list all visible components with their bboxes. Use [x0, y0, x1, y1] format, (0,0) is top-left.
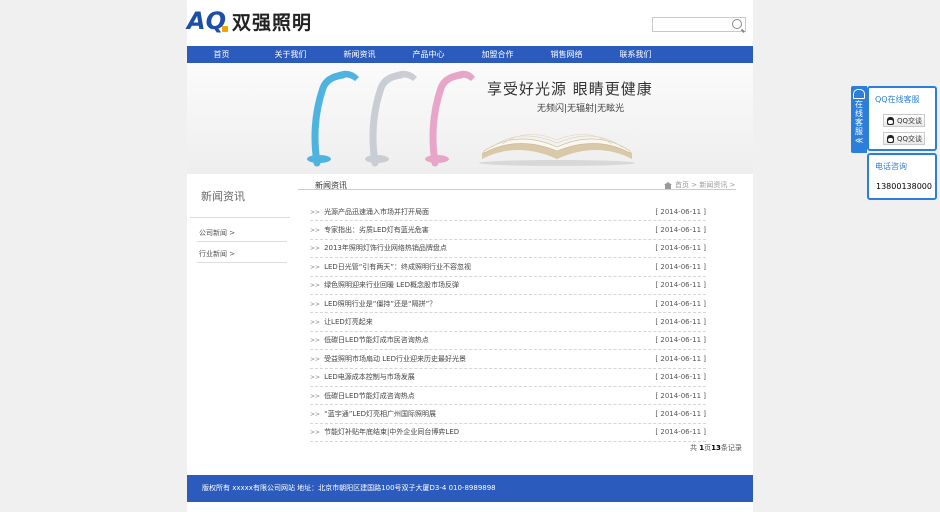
service-toggle-tab[interactable]: 在 线 客 服 ≪ — [851, 86, 867, 153]
logo-letter-a: A — [187, 7, 206, 35]
news-date: [ 2014-06-11 ] — [655, 354, 706, 363]
news-item[interactable]: 光源产品迅速涌入市场并打开局面 [ 2014-06-11 ] — [310, 203, 706, 222]
news-title[interactable]: 让LED灯亮起来 — [310, 317, 373, 327]
news-title[interactable]: LED照明行业是“僵持”还是“隔拼”？ — [310, 299, 436, 309]
qq-chat-label: QQ交谈 — [897, 134, 923, 143]
news-item[interactable]: “蓝宇通”LED灯亮相广州国际照明展 [ 2014-06-11 ] — [310, 405, 706, 424]
news-item[interactable]: 节能灯补贴年底结束|中外企业同台博弈LED [ 2014-06-11 ] — [310, 424, 706, 443]
news-date: [ 2014-06-11 ] — [655, 428, 706, 437]
nav-item-sales[interactable]: 销售网络 — [532, 46, 601, 63]
logo-letter-q: Q — [205, 7, 229, 35]
sidebar-separator — [197, 262, 287, 263]
news-date: [ 2014-06-11 ] — [655, 409, 706, 418]
service-tab-char: 线 — [855, 109, 863, 118]
nav-item-news[interactable]: 新闻资讯 — [325, 46, 394, 63]
sidebar-item-company-news[interactable]: 公司新闻 > — [199, 228, 235, 238]
phone-service-title: 电话咨询 — [875, 162, 907, 171]
news-item[interactable]: 低碳日LED节能灯成咨询热点 [ 2014-06-11 ] — [310, 387, 706, 406]
news-date: [ 2014-06-11 ] — [655, 281, 706, 290]
qq-icon — [887, 134, 894, 143]
sidebar-title: 新闻资讯 — [201, 190, 245, 203]
nav-item-contact[interactable]: 联系我们 — [601, 46, 670, 63]
nav-item-franchise[interactable]: 加盟合作 — [463, 46, 532, 63]
news-item[interactable]: LED照明行业是“僵持”还是“隔拼”？ [ 2014-06-11 ] — [310, 295, 706, 314]
news-item[interactable]: 受益照明市场扇动 LED行业迎来历史最好光景 [ 2014-06-11 ] — [310, 350, 706, 369]
news-date: [ 2014-06-11 ] — [655, 336, 706, 345]
qq-service-title: QQ在线客服 — [875, 95, 920, 104]
news-date: [ 2014-06-11 ] — [655, 299, 706, 308]
news-date: [ 2014-06-11 ] — [655, 391, 706, 400]
phone-number: 13800138000 — [876, 182, 932, 191]
news-date: [ 2014-06-11 ] — [655, 244, 706, 253]
service-tab-char: 服 — [855, 127, 863, 136]
main-nav: 首页 关于我们 新闻资讯 产品中心 加盟合作 销售网络 联系我们 — [187, 46, 753, 63]
news-date: [ 2014-06-11 ] — [655, 207, 706, 216]
book-illustration — [479, 134, 635, 166]
news-title[interactable]: 专家指出：劣质LED灯有蓝光危害 — [310, 225, 429, 235]
qq-icon — [887, 116, 894, 125]
news-item[interactable]: 让LED灯亮起来 [ 2014-06-11 ] — [310, 313, 706, 332]
banner: 享受好光源 眼睛更健康 无频闪|无辐射|无眩光 — [187, 63, 753, 174]
sidebar-item-industry-news[interactable]: 行业新闻 > — [199, 249, 235, 259]
news-date: [ 2014-06-11 ] — [655, 373, 706, 382]
qq-chat-label: QQ交谈 — [897, 116, 923, 125]
phone-service-panel: 电话咨询 13800138000 — [867, 153, 937, 200]
news-title[interactable]: 低碳日LED节能灯成咨询热点 — [310, 391, 415, 401]
pager-suffix: 条记录 — [720, 444, 742, 452]
search-icon[interactable] — [732, 19, 742, 29]
news-item[interactable]: 低碳日LED节能灯成市民咨询热点 [ 2014-06-11 ] — [310, 332, 706, 351]
qq-chat-button[interactable]: QQ交谈 — [883, 132, 925, 145]
logo-text: 双强照明 — [231, 11, 312, 34]
qq-service-panel: QQ在线客服 QQ交谈 QQ交谈 — [867, 86, 937, 151]
footer: 版权所有 xxxxx有限公司网站 地址：北京市朝阳区建国路100号双子大厦D3-… — [187, 475, 753, 502]
news-date: [ 2014-06-11 ] — [655, 318, 706, 327]
service-tab-char: 客 — [855, 118, 863, 127]
sidebar-separator — [197, 241, 287, 242]
news-title[interactable]: 低碳日LED节能灯成市民咨询热点 — [310, 335, 429, 345]
sidebar-divider — [190, 217, 290, 218]
news-title[interactable]: LED日光管“引有两天”：终成照明行业不容忽视 — [310, 262, 471, 272]
qq-chat-button[interactable]: QQ交谈 — [883, 114, 925, 127]
news-item[interactable]: LED日光管“引有两天”：终成照明行业不容忽视 [ 2014-06-11 ] — [310, 258, 706, 277]
footer-text: 版权所有 xxxxx有限公司网站 地址：北京市朝阳区建国路100号双子大厦D3-… — [202, 484, 496, 492]
news-title[interactable]: “蓝宇通”LED灯亮相广州国际照明展 — [310, 409, 436, 419]
banner-title: 享受好光源 眼睛更健康 — [487, 80, 653, 98]
search-input[interactable] — [653, 24, 733, 36]
nav-item-products[interactable]: 产品中心 — [394, 46, 463, 63]
news-date: [ 2014-06-11 ] — [655, 226, 706, 235]
pagination-info: 共 1页13条记录 — [690, 443, 742, 453]
news-title[interactable]: 绿色照明迎来行业回暖 LED概念股市场反弹 — [310, 280, 459, 290]
collapse-arrow-icon: ≪ — [854, 136, 864, 145]
news-date: [ 2014-06-11 ] — [655, 262, 706, 271]
search-box — [652, 17, 746, 36]
pager-prefix: 共 — [690, 444, 700, 452]
news-title[interactable]: LED电源成本控制与市场发展 — [310, 372, 415, 382]
nav-item-home[interactable]: 首页 — [187, 46, 256, 63]
news-item[interactable]: 绿色照明迎来行业回暖 LED概念股市场反弹 [ 2014-06-11 ] — [310, 277, 706, 295]
news-list: 光源产品迅速涌入市场并打开局面 [ 2014-06-11 ] 专家指出：劣质LED… — [310, 203, 706, 443]
lamp-illustration — [307, 70, 475, 167]
pager-count: 13 — [711, 444, 721, 452]
home-icon — [664, 181, 672, 189]
news-title[interactable]: 受益照明市场扇动 LED行业迎来历史最好光景 — [310, 354, 466, 364]
news-title[interactable]: 2013年照明灯饰行业网络热销品牌盘点 — [310, 243, 447, 253]
service-tab-char: 在 — [855, 100, 863, 109]
logo-mark: A Q — [187, 7, 229, 35]
news-title[interactable]: 光源产品迅速涌入市场并打开局面 — [310, 207, 429, 217]
news-item[interactable]: 专家指出：劣质LED灯有蓝光危害 [ 2014-06-11 ] — [310, 221, 706, 240]
news-item[interactable]: 2013年照明灯饰行业网络热销品牌盘点 [ 2014-06-11 ] — [310, 240, 706, 259]
site-logo[interactable]: A Q 双强照明 — [187, 8, 312, 34]
content-header-divider — [298, 189, 736, 190]
headset-icon — [853, 89, 865, 99]
news-title[interactable]: 节能灯补贴年底结束|中外企业同台博弈LED — [310, 427, 459, 437]
news-item[interactable]: LED电源成本控制与市场发展 [ 2014-06-11 ] — [310, 369, 706, 387]
nav-item-about[interactable]: 关于我们 — [256, 46, 325, 63]
